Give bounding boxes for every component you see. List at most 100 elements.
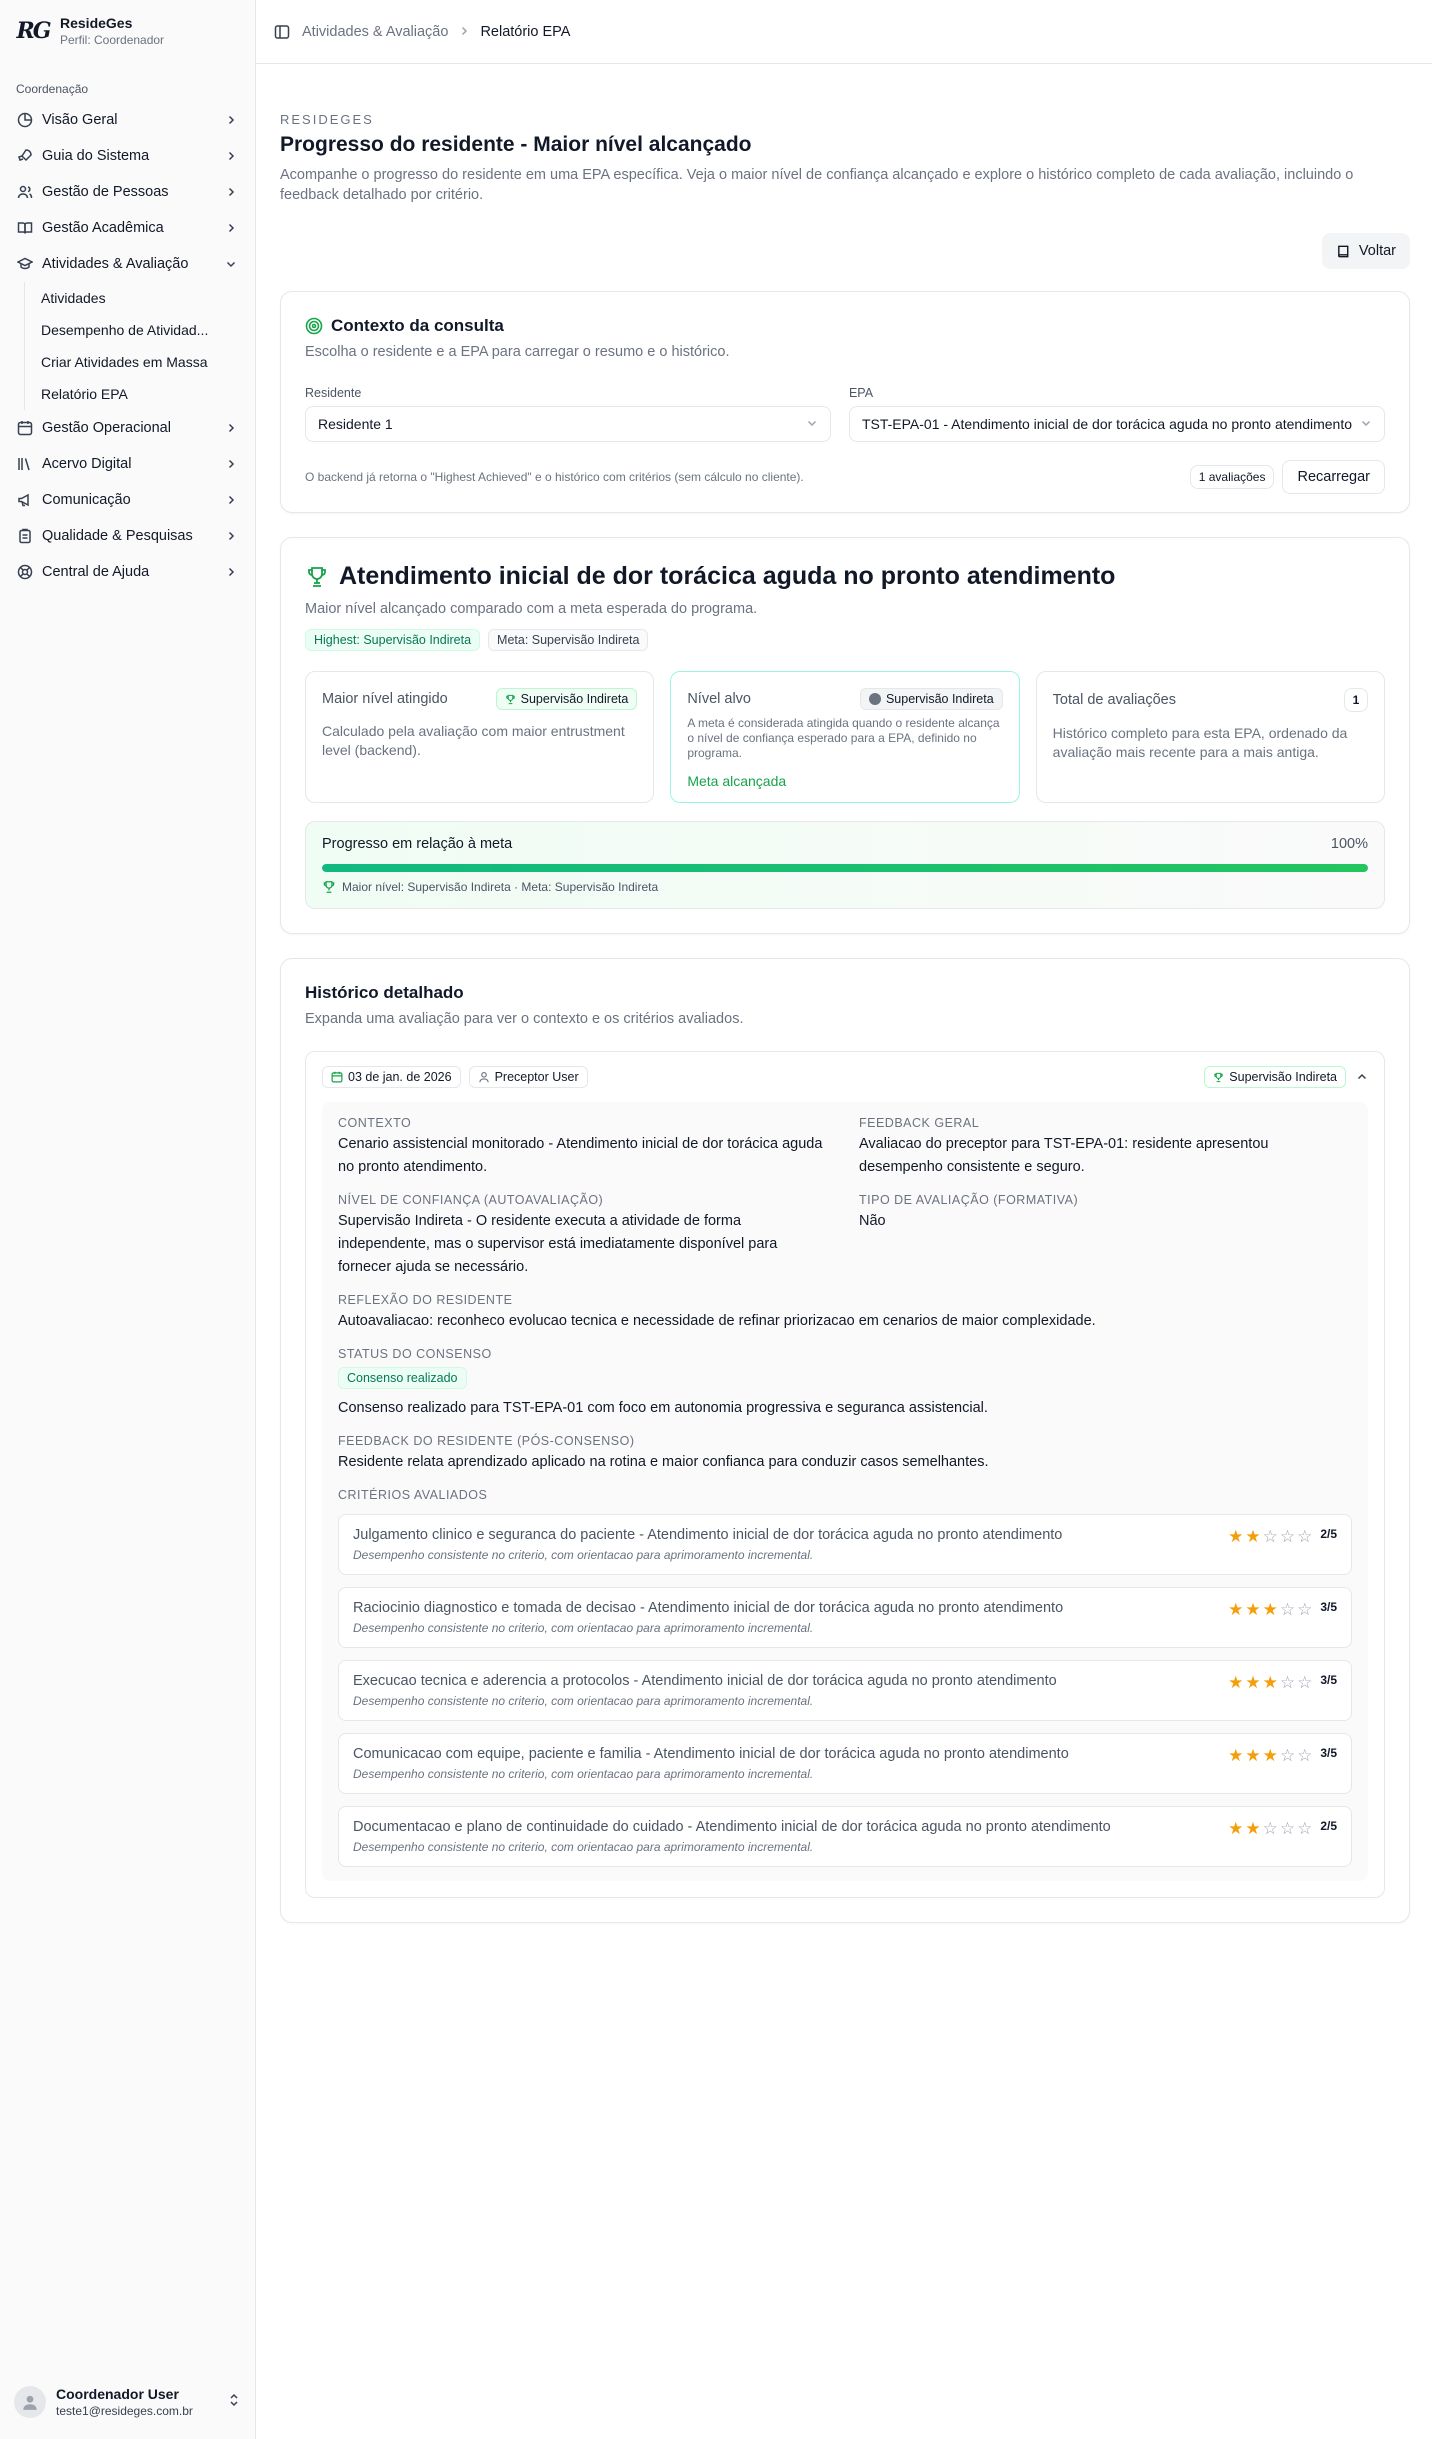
chevron-down-icon (225, 257, 239, 271)
criterion-note: Desempenho consistente no criterio, com … (353, 1694, 814, 1708)
epa-select[interactable]: TST-EPA-01 - Atendimento inicial de dor … (848, 406, 1385, 442)
breadcrumb: Atividades & Avaliação Relatório EPA (302, 24, 570, 40)
criterion-item: Raciocinio diagnostico e tomada de decis… (338, 1587, 1352, 1648)
sidebar-item-label: Central de Ajuda (42, 564, 150, 580)
brand[interactable]: RG ResideGes Perfil: Coordenador (0, 0, 255, 62)
sidebar-item-operacional[interactable]: Gestão Operacional (0, 410, 255, 446)
megaphone-icon (16, 491, 34, 509)
sidebar-item-label: Visão Geral (42, 112, 118, 128)
star-empty-icon: ☆ (1297, 1819, 1313, 1838)
sidebar-item-guia[interactable]: Guia do Sistema (0, 138, 255, 174)
star-filled-icon: ★ (1228, 1746, 1244, 1765)
total-count-badge: 1 (1343, 688, 1368, 712)
sidebar-item-atividades-avaliacao[interactable]: Atividades & Avaliação (0, 246, 255, 282)
criterion-title: Execucao tecnica e aderencia a protocolo… (353, 1673, 1057, 1689)
sidebar-item-label: Gestão de Pessoas (42, 184, 169, 200)
sidebar-item-academica[interactable]: Gestão Acadêmica (0, 210, 255, 246)
sidebar-item-label: Atividades & Avaliação (42, 256, 189, 272)
trophy-icon (322, 880, 336, 894)
calendar-icon (331, 1071, 343, 1083)
star-empty-icon: ☆ (1262, 1819, 1278, 1838)
sidebar-subitem-criar-massa[interactable]: Criar Atividades em Massa (41, 346, 231, 378)
criteria-list: Julgamento clinico e seguranca do pacien… (338, 1514, 1352, 1867)
criterion-title: Comunicacao com equipe, paciente e famil… (353, 1746, 1069, 1762)
sidebar-item-label: Qualidade & Pesquisas (42, 528, 193, 544)
star-empty-icon: ☆ (1279, 1527, 1296, 1546)
sidebar: RG ResideGes Perfil: Coordenador Coorden… (0, 0, 256, 2439)
star-empty-icon: ☆ (1279, 1600, 1296, 1619)
user-name: Coordenador User (56, 2386, 179, 2402)
epa-title: Atendimento inicial de dor torácica agud… (305, 562, 1385, 591)
back-button[interactable]: Voltar (1321, 233, 1410, 269)
chevron-up-icon[interactable] (1356, 1071, 1368, 1083)
sidebar-item-acervo[interactable]: Acervo Digital (0, 446, 255, 482)
star-filled-icon: ★ (1228, 1819, 1244, 1838)
breadcrumb-parent[interactable]: Atividades & Avaliação (302, 24, 448, 40)
chevron-right-icon (225, 185, 239, 199)
chevron-right-icon (225, 113, 239, 127)
highest-badge: Highest: Supervisão Indireta (305, 629, 481, 651)
context-note: O backend já retorna o "Highest Achieved… (305, 470, 804, 484)
date-badge: 03 de jan. de 2026 (322, 1066, 461, 1088)
sidebar-subitem-desempenho[interactable]: Desempenho de Atividad... (41, 314, 231, 346)
stat-text: Calculado pela avaliação com maior entru… (322, 723, 625, 758)
progress-track (322, 864, 1368, 872)
sidebar-item-label: Comunicação (42, 492, 131, 508)
sidebar-item-pessoas[interactable]: Gestão de Pessoas (0, 174, 255, 210)
criterion-score: 3/5 (1320, 1673, 1337, 1687)
brand-profile: Perfil: Coordenador (60, 33, 165, 47)
resident-feedback-value: Residente relata aprendizado aplicado na… (338, 1454, 989, 1470)
epa-label: EPA (848, 386, 874, 400)
criterion-title: Julgamento clinico e seguranca do pacien… (353, 1527, 1063, 1543)
accordion-header[interactable]: 03 de jan. de 2026 Preceptor User Superv… (322, 1066, 1368, 1088)
consensus-badge: Consenso realizado (338, 1367, 467, 1389)
trophy-icon (305, 565, 329, 589)
lifebuoy-icon (16, 563, 34, 581)
trophy-icon (1213, 1072, 1224, 1083)
target-badge: Meta: Supervisão Indireta (488, 629, 649, 651)
star-empty-icon: ☆ (1279, 1673, 1296, 1692)
context-title: Contexto da consulta (305, 316, 1385, 336)
preceptor-badge-text: Preceptor User (494, 1070, 579, 1084)
target-level-badge-text: Supervisão Indireta (885, 692, 994, 706)
page-eyebrow: RESIDEGES (280, 112, 374, 127)
stat-title: Total de avaliações (1052, 692, 1176, 708)
history-subtitle: Expanda uma avaliação para ver o context… (305, 1011, 744, 1027)
chevron-right-icon (225, 457, 239, 471)
user-icon (478, 1071, 490, 1083)
sidebar-item-comunicacao[interactable]: Comunicação (0, 482, 255, 518)
resident-select[interactable]: Residente 1 (305, 406, 831, 442)
star-empty-icon: ☆ (1279, 1819, 1296, 1838)
context-card: Contexto da consulta Escolha o residente… (280, 291, 1410, 513)
sidebar-toggle-icon[interactable] (274, 24, 290, 40)
context-subtitle: Escolha o residente e a EPA para carrega… (305, 344, 730, 360)
sidebar-item-ajuda[interactable]: Central de Ajuda (0, 554, 255, 590)
sidebar-item-visao-geral[interactable]: Visão Geral (0, 102, 255, 138)
goal-progress: Progresso em relação à meta 100% Maior n… (305, 821, 1385, 909)
star-filled-icon: ★ (1245, 1600, 1261, 1619)
criteria-label: CRITÉRIOS AVALIADOS (338, 1488, 488, 1502)
user-menu[interactable]: Coordenador User teste1@resideges.com.br (14, 2379, 241, 2425)
sidebar-subitem-atividades[interactable]: Atividades (41, 282, 231, 314)
criterion-item: Julgamento clinico e seguranca do pacien… (338, 1514, 1352, 1575)
progress-label: Progresso em relação à meta (322, 836, 513, 852)
criterion-score: 2/5 (1320, 1819, 1337, 1833)
context-label: CONTEXTO (338, 1116, 412, 1130)
star-filled-icon: ★ (1262, 1746, 1278, 1765)
evaluation-type-label: TIPO DE AVALIAÇÃO (FORMATIVA) (859, 1193, 1079, 1207)
sidebar-item-label: Gestão Acadêmica (42, 220, 164, 236)
chevrons-up-down-icon[interactable] (227, 2393, 241, 2412)
sidebar-item-qualidade[interactable]: Qualidade & Pesquisas (0, 518, 255, 554)
brand-name: ResideGes (60, 15, 133, 31)
feedback-label: FEEDBACK GERAL (859, 1116, 980, 1130)
trophy-icon (505, 694, 516, 705)
sidebar-item-label: Acervo Digital (42, 456, 132, 472)
sidebar-item-label: Gestão Operacional (42, 420, 171, 436)
star-filled-icon: ★ (1245, 1819, 1261, 1838)
context-value: Cenario assistencial monitorado - Atendi… (338, 1136, 823, 1175)
stat-text: Histórico completo para esta EPA, ordena… (1052, 725, 1348, 760)
sidebar-subitem-relatorio-epa[interactable]: Relatório EPA (41, 378, 231, 410)
star-rating: ★ ★ ★ ☆ ☆ (1228, 1673, 1312, 1693)
reload-button[interactable]: Recarregar (1282, 460, 1385, 494)
main-content: RESIDEGES Progresso do residente - Maior… (280, 64, 1410, 1923)
